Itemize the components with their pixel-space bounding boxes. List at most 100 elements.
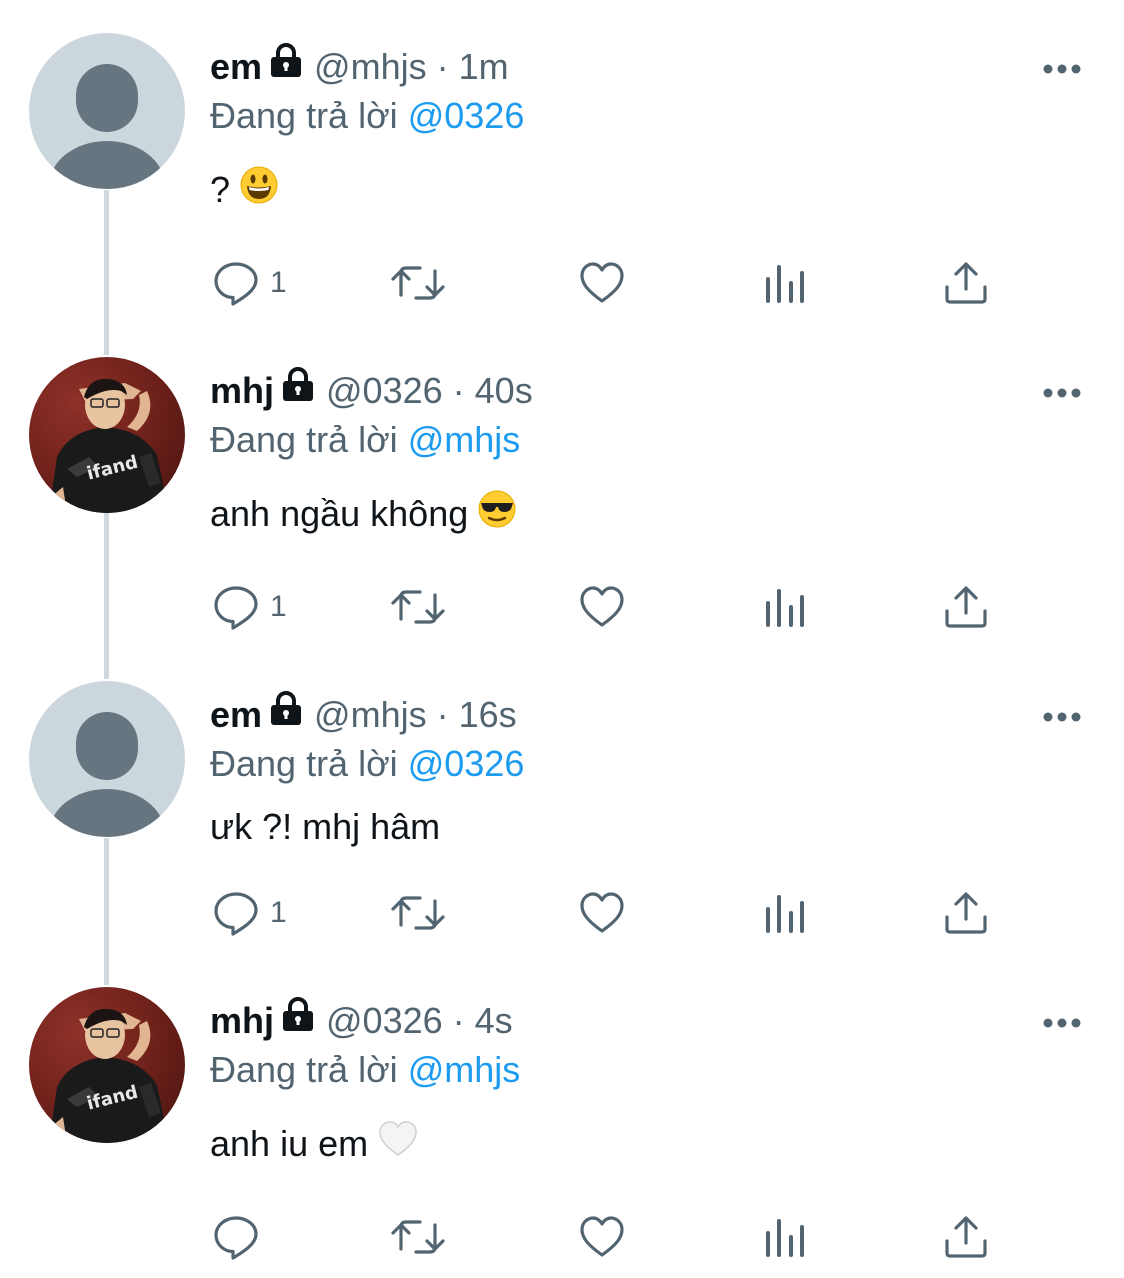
avatar[interactable]: ifand [29, 987, 185, 1143]
tweet-text: anh ngầu không [210, 490, 516, 538]
tweet-actions: 1 [0, 253, 1124, 313]
retweet-button[interactable] [390, 883, 446, 943]
replying-to-label: Đang trả lời [210, 743, 398, 784]
display-name[interactable]: mhj [210, 369, 274, 413]
user-handle[interactable]: @mhjs [314, 45, 427, 89]
replying-to: Đang trả lời @0326 [210, 742, 524, 786]
tweet-header: mhj @0326 · 4s [210, 997, 513, 1044]
default-avatar-shoulders [49, 789, 165, 837]
separator-dot: · [452, 1000, 465, 1041]
more-icon[interactable] [1042, 711, 1082, 723]
like-icon [580, 262, 624, 303]
replying-to-label: Đang trả lời [210, 419, 398, 460]
avatar[interactable] [29, 681, 185, 837]
replying-to-label: Đang trả lời [210, 95, 398, 136]
tweet-text: ưk ?! mhj hâm [210, 805, 440, 849]
lock-icon [280, 366, 316, 412]
reply-button[interactable]: 1 [212, 253, 287, 313]
profile-photo: ifand [49, 1008, 169, 1143]
grinning-face-emoji [240, 166, 278, 214]
tweet-text-content: anh iu em [210, 1123, 369, 1164]
default-avatar-head [76, 712, 138, 780]
more-icon[interactable] [1042, 387, 1082, 399]
views-button[interactable] [762, 577, 810, 637]
replying-to: Đang trả lời @mhjs [210, 418, 520, 462]
more-icon[interactable] [1042, 1017, 1082, 1029]
separator-dot: · [436, 46, 449, 87]
tweet[interactable]: em @mhjs · 16s Đang trả lời @0326 ưk ?! … [0, 681, 1124, 954]
retweet-icon [391, 1220, 445, 1254]
reply-count: 1 [270, 590, 287, 623]
like-button[interactable] [578, 883, 626, 943]
lock-icon [268, 42, 304, 88]
tweet-actions: 1 [0, 883, 1124, 943]
profile-photo: ifand [49, 378, 169, 513]
user-handle[interactable]: @0326 [326, 999, 443, 1043]
tweet[interactable]: ifand mhj @0326 · 4s Đang trả lời @mhjs … [0, 987, 1124, 1278]
like-button[interactable] [578, 577, 626, 637]
views-button[interactable] [762, 253, 810, 313]
tweet-text-content: ưk ?! mhj hâm [210, 806, 441, 847]
more-icon[interactable] [1042, 63, 1082, 75]
reply-button[interactable] [212, 1207, 270, 1267]
views-icon [766, 1219, 804, 1257]
timestamp[interactable]: 1m [459, 45, 509, 89]
display-name[interactable]: em [210, 693, 262, 737]
white-heart-emoji [378, 1120, 418, 1168]
separator-dot: · [436, 694, 449, 735]
reply-button[interactable]: 1 [212, 577, 287, 637]
replying-to-link[interactable]: @mhjs [408, 419, 521, 460]
timestamp[interactable]: 4s [475, 999, 513, 1043]
like-icon [580, 892, 624, 933]
share-button[interactable] [942, 883, 990, 943]
display-name[interactable]: mhj [210, 999, 274, 1043]
display-name[interactable]: em [210, 45, 262, 89]
views-icon [766, 895, 804, 933]
share-icon [945, 586, 987, 628]
like-button[interactable] [578, 253, 626, 313]
reply-icon [214, 262, 258, 306]
replying-to-link[interactable]: @0326 [408, 95, 525, 136]
share-icon [945, 1216, 987, 1258]
views-icon [766, 265, 804, 303]
views-button[interactable] [762, 1207, 810, 1267]
share-icon [945, 262, 987, 304]
default-avatar-shoulders [49, 141, 165, 189]
separator-dot: · [452, 370, 465, 411]
tweet-header: mhj @0326 · 40s [210, 366, 533, 414]
default-avatar-head [76, 64, 138, 132]
replying-to-link[interactable]: @0326 [408, 743, 525, 784]
share-button[interactable] [942, 253, 990, 313]
share-icon [945, 892, 987, 934]
tweet[interactable]: ifand mhj @0326 · 40s Đang trả lời @mhjs… [0, 357, 1124, 650]
timestamp[interactable]: 16s [459, 693, 517, 737]
share-button[interactable] [942, 1207, 990, 1267]
views-icon [766, 589, 804, 627]
timestamp[interactable]: 40s [475, 369, 533, 413]
user-handle[interactable]: @mhjs [314, 693, 427, 737]
lock-icon [268, 690, 304, 736]
user-handle[interactable]: @0326 [326, 369, 443, 413]
avatar[interactable] [29, 33, 185, 189]
retweet-icon [391, 266, 445, 300]
retweet-button[interactable] [390, 1207, 446, 1267]
retweet-button[interactable] [390, 253, 446, 313]
reply-button[interactable]: 1 [212, 883, 287, 943]
views-button[interactable] [762, 883, 810, 943]
reply-count: 1 [270, 896, 287, 929]
replying-to-link[interactable]: @mhjs [408, 1049, 521, 1090]
retweet-icon [391, 590, 445, 624]
avatar[interactable]: ifand [29, 357, 185, 513]
tweet-actions [0, 1207, 1124, 1267]
share-button[interactable] [942, 577, 990, 637]
retweet-button[interactable] [390, 577, 446, 637]
reply-icon [214, 1216, 258, 1260]
replying-to-label: Đang trả lời [210, 1049, 398, 1090]
tweet-actions: 1 [0, 577, 1124, 637]
tweet-header: em @mhjs · 16s [210, 690, 517, 738]
tweet-text: ? [210, 166, 278, 214]
reply-icon [214, 586, 258, 630]
tweet[interactable]: em @mhjs · 1m Đang trả lời @0326 ? 1 [0, 33, 1124, 326]
retweet-icon [391, 896, 445, 930]
like-button[interactable] [578, 1207, 626, 1267]
